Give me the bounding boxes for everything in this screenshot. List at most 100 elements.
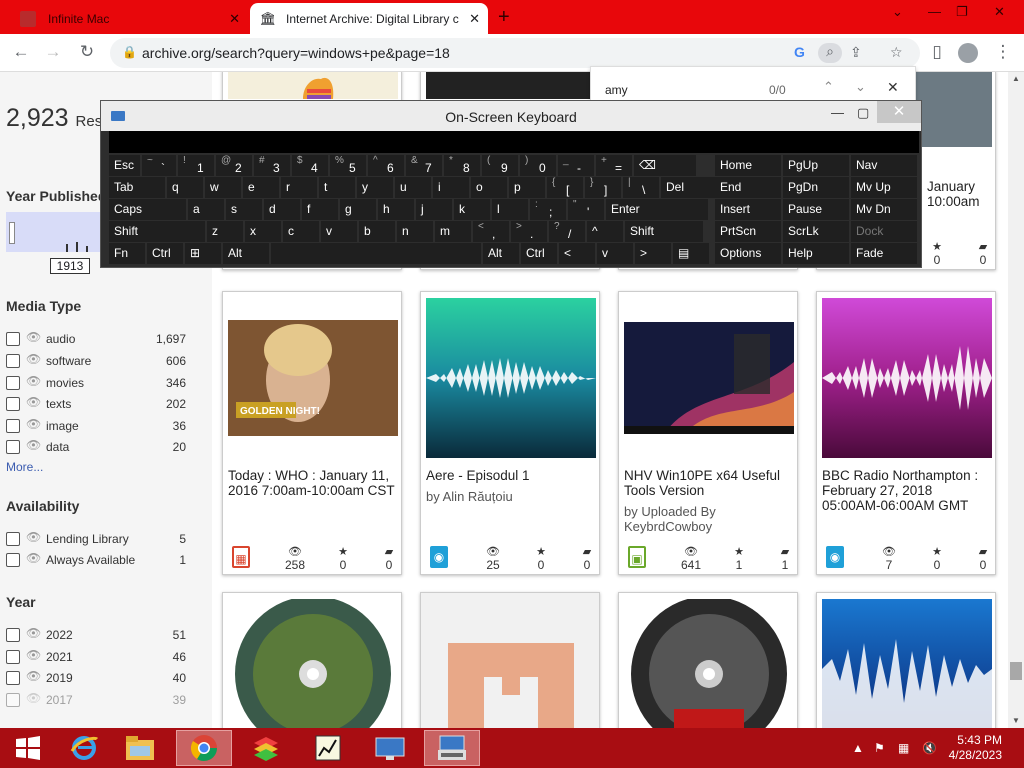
checkbox[interactable] bbox=[6, 376, 20, 390]
find-previous-icon[interactable]: ⌃ bbox=[823, 79, 834, 95]
key-i[interactable]: i bbox=[433, 177, 469, 198]
checkbox[interactable] bbox=[6, 553, 20, 567]
checkbox[interactable] bbox=[6, 532, 20, 546]
result-card[interactable] bbox=[420, 592, 600, 728]
key-2[interactable]: @2 bbox=[216, 155, 252, 176]
eye-icon[interactable]: 👁 bbox=[26, 417, 41, 431]
url-text[interactable]: archive.org/search?query=windows+pe&page… bbox=[142, 45, 450, 61]
key-end[interactable]: End bbox=[715, 177, 781, 198]
key-u[interactable]: u bbox=[395, 177, 431, 198]
key-symbol[interactable]: ~ ` bbox=[142, 155, 176, 176]
more-media-types-link[interactable]: More... bbox=[6, 460, 43, 474]
key-symbol[interactable]: }] bbox=[585, 177, 621, 198]
key-mv-dn[interactable]: Mv Dn bbox=[851, 199, 917, 220]
eye-icon[interactable]: 👁 bbox=[26, 530, 41, 544]
result-card[interactable] bbox=[618, 592, 798, 728]
bookmark-star-icon[interactable]: ☆ bbox=[890, 44, 903, 61]
key-del[interactable]: Del bbox=[661, 177, 717, 198]
facet-software[interactable]: 👁 software 606 bbox=[6, 352, 192, 370]
tab-internet-archive[interactable]: 🏛 Internet Archive: Digital Library c ✕ bbox=[250, 3, 488, 34]
result-card[interactable]: GOLDEN NIGHT! Today : WHO : January 11, … bbox=[222, 291, 402, 575]
result-card[interactable]: NHV Win10PE x64 Useful Tools Version by … bbox=[618, 291, 798, 575]
key-x[interactable]: x bbox=[245, 221, 281, 242]
year-range-handle[interactable] bbox=[9, 222, 15, 244]
key-nav[interactable]: Nav bbox=[851, 155, 917, 176]
key-symbol[interactable]: {[ bbox=[547, 177, 583, 198]
key-d[interactable]: d bbox=[264, 199, 300, 220]
tab-close-icon[interactable]: ✕ bbox=[469, 11, 480, 27]
result-card[interactable]: BBC Radio Northampton : February 27, 201… bbox=[816, 291, 996, 575]
key-m[interactable]: m bbox=[435, 221, 471, 242]
osk-minimize-button[interactable]: — bbox=[831, 105, 844, 120]
key-symbol[interactable]: _ - bbox=[558, 155, 594, 176]
key-4[interactable]: $4 bbox=[292, 155, 328, 176]
side-panel-icon[interactable]: ▯ bbox=[926, 42, 948, 62]
key-1[interactable]: ! 1 bbox=[178, 155, 214, 176]
key-symbol[interactable]: " ' bbox=[568, 199, 604, 220]
result-card[interactable] bbox=[816, 592, 996, 728]
on-screen-keyboard-taskbar-icon[interactable] bbox=[424, 730, 480, 766]
checkbox[interactable] bbox=[6, 354, 20, 368]
checkbox[interactable] bbox=[6, 693, 20, 707]
page-scrollbar[interactable]: ▲ ▼ bbox=[1008, 72, 1024, 728]
result-title[interactable]: Aere - Episodul 1 bbox=[426, 468, 598, 483]
facet-year-2022[interactable]: 👁 2022 51 bbox=[6, 626, 192, 644]
key-shift[interactable]: Shift bbox=[109, 221, 205, 242]
key-9[interactable]: (9 bbox=[482, 155, 518, 176]
scroll-up-icon[interactable]: ▲ bbox=[1012, 74, 1020, 83]
key-b[interactable]: b bbox=[359, 221, 395, 242]
key-q[interactable]: q bbox=[167, 177, 203, 198]
facet-always-available[interactable]: 👁 Always Available 1 bbox=[6, 551, 192, 569]
key-6[interactable]: ^ 6 bbox=[368, 155, 404, 176]
key-shift[interactable]: Shift bbox=[625, 221, 703, 242]
find-zoom-icon[interactable]: ⌕ bbox=[818, 43, 842, 63]
facet-movies[interactable]: 👁 movies 346 bbox=[6, 374, 192, 392]
bluestacks-taskbar-icon[interactable] bbox=[238, 730, 294, 766]
eye-icon[interactable]: 👁 bbox=[26, 669, 41, 683]
minimize-window-button[interactable]: — bbox=[928, 4, 941, 19]
osk-titlebar[interactable]: On-Screen Keyboard — ▢ ✕ bbox=[101, 101, 921, 131]
key-n[interactable]: n bbox=[397, 221, 433, 242]
menu-kebab-icon[interactable]: ⋮ bbox=[992, 42, 1014, 62]
facet-texts[interactable]: 👁 texts 202 bbox=[6, 395, 192, 413]
profile-avatar-icon[interactable] bbox=[958, 43, 978, 63]
key-5[interactable]: % 5 bbox=[330, 155, 366, 176]
facet-data[interactable]: 👁 data 20 bbox=[6, 438, 192, 456]
key-caps[interactable]: Caps bbox=[109, 199, 186, 220]
key-a[interactable]: a bbox=[188, 199, 224, 220]
key-y[interactable]: y bbox=[357, 177, 393, 198]
key-w[interactable]: w bbox=[205, 177, 241, 198]
key-r[interactable]: r bbox=[281, 177, 317, 198]
checkbox[interactable] bbox=[6, 440, 20, 454]
result-title[interactable]: Today : WHO : January 11, 2016 7:00am-10… bbox=[228, 468, 400, 498]
spacebar-key[interactable] bbox=[271, 243, 481, 264]
eye-icon[interactable]: 👁 bbox=[26, 691, 41, 705]
remote-desktop-taskbar-icon[interactable] bbox=[362, 730, 418, 766]
backspace-key[interactable]: ⌫ bbox=[634, 155, 696, 176]
result-title[interactable]: NHV Win10PE x64 Useful Tools Version bbox=[624, 468, 796, 498]
key-options[interactable]: Options bbox=[715, 243, 781, 264]
eye-icon[interactable]: 👁 bbox=[26, 438, 41, 452]
windows-key[interactable]: ⊞ bbox=[185, 243, 221, 264]
key-home[interactable]: Home bbox=[715, 155, 781, 176]
back-icon[interactable]: ← bbox=[10, 42, 32, 62]
key-pgdn[interactable]: PgDn bbox=[783, 177, 849, 198]
key-insert[interactable]: Insert bbox=[715, 199, 781, 220]
checkbox[interactable] bbox=[6, 628, 20, 642]
checkbox[interactable] bbox=[6, 650, 20, 664]
tab-search-chevron-icon[interactable]: ⌄ bbox=[892, 4, 903, 20]
scroll-down-icon[interactable]: ▼ bbox=[1012, 716, 1020, 725]
key-p[interactable]: p bbox=[509, 177, 545, 198]
key-symbol[interactable]: ? / bbox=[549, 221, 585, 242]
key-help[interactable]: Help bbox=[783, 243, 849, 264]
key-pgup[interactable]: PgUp bbox=[783, 155, 849, 176]
eye-icon[interactable]: 👁 bbox=[26, 551, 41, 565]
key-symbol[interactable]: + = bbox=[596, 155, 632, 176]
key-alt[interactable]: Alt bbox=[223, 243, 269, 264]
tab-close-icon[interactable]: ✕ bbox=[229, 11, 240, 27]
show-hidden-icons[interactable]: ▲ bbox=[852, 741, 864, 755]
down-arrow-key[interactable]: v bbox=[321, 221, 357, 242]
key-symbol[interactable]: :; bbox=[530, 199, 566, 220]
key-3[interactable]: #3 bbox=[254, 155, 290, 176]
key-8[interactable]: * 8 bbox=[444, 155, 480, 176]
